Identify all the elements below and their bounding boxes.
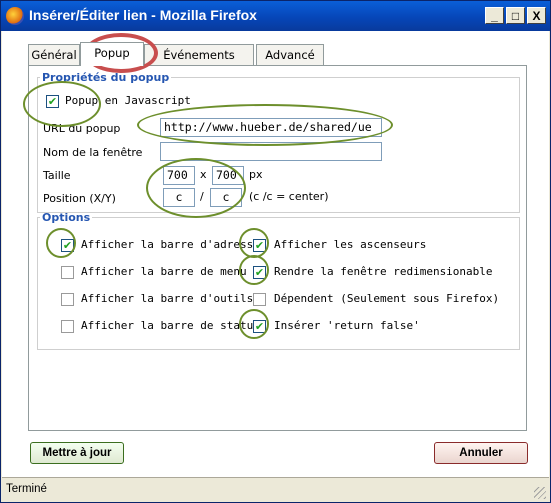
option-toolbar-label: Afficher la barre d'outils <box>81 292 254 305</box>
cancel-button[interactable]: Annuler <box>434 442 528 464</box>
url-label: URL du popup <box>43 122 121 135</box>
position-y-input[interactable]: c <box>210 188 242 207</box>
status-text: Terminé <box>6 483 47 495</box>
url-input[interactable]: http://www.hueber.de/shared/ue <box>160 118 382 137</box>
option-scrollbars-label: Afficher les ascenseurs <box>274 238 427 251</box>
size-label: Taille <box>43 169 71 182</box>
maximize-button[interactable]: □ <box>506 7 525 24</box>
size-unit: px <box>249 168 263 181</box>
popup-tab-panel: Propriétés du popup ✔ Popup en Javascrip… <box>28 65 527 431</box>
option-toolbar-checkbox[interactable] <box>61 293 74 306</box>
option-scrollbars-checkbox[interactable]: ✔ <box>253 239 266 252</box>
popup-javascript-label: Popup en Javascript <box>65 94 191 107</box>
option-dependent-label: Dépendent (Seulement sous Firefox) <box>274 292 500 305</box>
browser-window: Insérer/Éditer lien - Mozilla Firefox _ … <box>0 0 551 503</box>
position-x-input[interactable]: c <box>163 188 195 207</box>
option-address-bar-checkbox[interactable]: ✔ <box>61 239 74 252</box>
window-name-label: Nom de la fenêtre <box>43 146 143 159</box>
position-separator: / <box>200 190 204 203</box>
option-return-false-checkbox[interactable]: ✔ <box>253 320 266 333</box>
options-legend: Options <box>42 211 91 224</box>
width-input[interactable]: 700 <box>163 166 195 185</box>
popup-javascript-checkbox[interactable]: ✔ <box>46 95 59 108</box>
window-title: Insérer/Éditer lien - Mozilla Firefox <box>29 7 257 23</box>
popup-properties-legend: Propriétés du popup <box>42 71 170 84</box>
title-bar[interactable]: Insérer/Éditer lien - Mozilla Firefox _ … <box>1 1 550 31</box>
status-bar: Terminé <box>2 477 549 502</box>
tab-popup[interactable]: Popup <box>80 42 144 66</box>
option-resizable-checkbox[interactable]: ✔ <box>253 266 266 279</box>
height-input[interactable]: 700 <box>212 166 244 185</box>
option-menu-bar-checkbox[interactable] <box>61 266 74 279</box>
position-label: Position (X/Y) <box>43 192 116 205</box>
tab-advance[interactable]: Advancé <box>256 44 324 65</box>
window-name-input[interactable] <box>160 142 382 161</box>
option-menu-bar-label: Afficher la barre de menu <box>81 265 247 278</box>
tab-evenements[interactable]: Événements <box>144 44 254 65</box>
minimize-button[interactable]: _ <box>485 7 504 24</box>
position-hint: (c /c = center) <box>249 190 329 203</box>
option-return-false-label: Insérer 'return false' <box>274 319 420 332</box>
option-resizable-label: Rendre la fenêtre redimensionable <box>274 265 493 278</box>
firefox-logo-icon <box>6 7 24 25</box>
tab-general[interactable]: Général <box>28 44 80 65</box>
close-button[interactable]: X <box>527 7 546 24</box>
option-dependent-checkbox[interactable] <box>253 293 266 306</box>
update-button[interactable]: Mettre à jour <box>30 442 124 464</box>
resize-grip-icon[interactable] <box>534 487 546 499</box>
size-separator: x <box>200 168 207 181</box>
option-status-bar-checkbox[interactable] <box>61 320 74 333</box>
option-status-bar-label: Afficher la barre de status <box>81 319 260 332</box>
option-address-bar-label: Afficher la barre d'adresse <box>81 238 260 251</box>
